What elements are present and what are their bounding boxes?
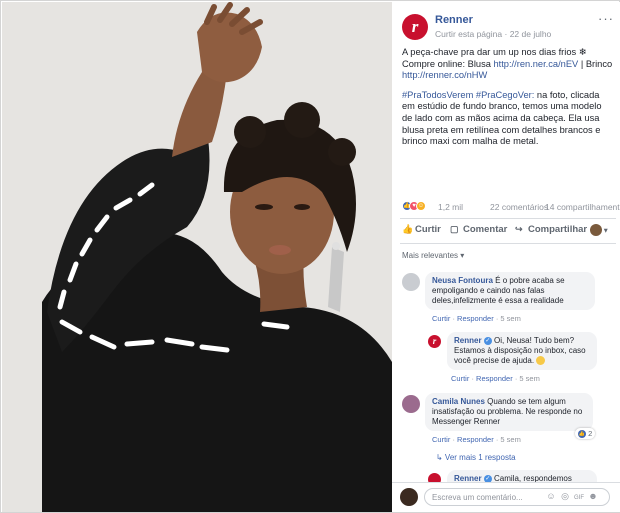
comment-button[interactable]: ▢ Comentar	[450, 224, 507, 235]
composer-tools: ☺ ◎ GIF ☻	[544, 491, 600, 502]
thumbs-up-icon: 👍	[578, 430, 586, 439]
model-illustration	[2, 2, 392, 512]
shares-count[interactable]: 14 compartilhamentos	[545, 202, 620, 212]
reactions-bar: 👍♥ ☺ 1,2 mil 22 comentários 14 compartilh…	[402, 201, 620, 213]
view-more-replies-link[interactable]: ↳ Ver mais 1 resposta	[436, 453, 516, 462]
share-label: Compartilhar	[528, 224, 588, 235]
comment-like-link[interactable]: Curtir	[432, 314, 450, 323]
reply-reply-link[interactable]: Responder	[476, 374, 513, 383]
share-arrow-icon: ↪	[515, 224, 523, 234]
post-photo[interactable]	[2, 2, 392, 512]
verified-badge-icon: ✓	[483, 336, 492, 345]
comment-like-link[interactable]: Curtir	[432, 435, 450, 444]
reply-avatar[interactable]: r	[428, 335, 441, 348]
comment-actions: Curtir · Responder · 5 sem	[432, 314, 521, 323]
comment-bubble: Camila Nunes Quando se tem algum insatis…	[425, 393, 593, 431]
comment-likes-count: 2	[588, 429, 593, 438]
sticker-icon[interactable]: ☻	[586, 491, 600, 501]
post-meta: Curtir esta página · 22 de julho	[435, 29, 551, 39]
comment-author[interactable]: Neusa Fontoura	[432, 276, 493, 285]
blush-emoji-icon	[536, 356, 546, 366]
post-text-b: | Brinco	[578, 58, 613, 69]
comment-actions: Curtir · Responder · 5 sem	[432, 435, 521, 444]
like-page-link[interactable]: Curtir esta página	[435, 29, 502, 39]
post-paragraph-1: A peça-chave pra dar um up nos dias frio…	[402, 47, 614, 82]
post-viewer: r Renner Curtir esta página · 22 de julh…	[0, 0, 620, 513]
reply-author[interactable]: Renner	[454, 336, 482, 345]
page-avatar[interactable]: r	[402, 14, 428, 40]
post-actions: 👍 Curtir ▢ Comentar ↪ Compartilhar ▾	[400, 218, 616, 244]
camera-icon[interactable]: ◎	[558, 491, 572, 502]
comments-count[interactable]: 22 comentários	[490, 202, 548, 212]
current-user-avatar[interactable]	[400, 488, 418, 506]
post-body: A peça-chave pra dar um up nos dias frio…	[402, 47, 614, 156]
reactions-count[interactable]: 1,2 mil	[438, 202, 463, 212]
viewer-avatar	[590, 224, 602, 236]
gif-icon[interactable]: GIF	[572, 495, 586, 501]
reaction-icons[interactable]: 👍♥ ☺	[402, 201, 426, 213]
reply-bubble: Renner ✓ Oi, Neusa! Tudo bem? Estamos à …	[447, 332, 597, 370]
comment-avatar[interactable]	[402, 395, 420, 413]
post-paragraph-2: #PraTodosVerem #PraCegoVer: na foto, cli…	[402, 90, 614, 148]
comment-likes-badge[interactable]: 👍 2	[575, 428, 596, 440]
like-button[interactable]: 👍 Curtir	[402, 224, 441, 235]
post-link-brinco[interactable]: http://renner.co/nHW	[402, 70, 487, 80]
comment-author[interactable]: Camila Nunes	[432, 397, 485, 406]
comment-label: Comentar	[463, 224, 508, 235]
thumbs-up-icon: 👍	[402, 224, 414, 234]
comment-composer: ☺◎GIF☻	[392, 482, 620, 512]
emoji-icon[interactable]: ☺	[544, 491, 558, 501]
comment-time[interactable]: 5 sem	[500, 314, 520, 323]
post-hashtags[interactable]: #PraTodosVerem #PraCegoVer:	[402, 90, 534, 100]
chevron-down-icon: ▾	[602, 227, 608, 235]
post-link-blusa[interactable]: http://ren.ner.ca/nEV	[493, 59, 578, 69]
comment-avatar[interactable]	[402, 273, 420, 291]
post-header: r Renner Curtir esta página · 22 de julh…	[402, 12, 614, 42]
comment-reply-link[interactable]: Responder	[457, 314, 494, 323]
comment-bubble: Neusa Fontoura É o pobre acaba se empoli…	[425, 272, 595, 310]
page-name-link[interactable]: Renner	[435, 14, 473, 26]
reply-actions: Curtir · Responder · 5 sem	[451, 374, 540, 383]
comment-reply-link[interactable]: Responder	[457, 435, 494, 444]
reaction-identity-selector[interactable]: ▾	[590, 224, 607, 236]
post-sidebar: r Renner Curtir esta página · 22 de julh…	[392, 2, 620, 512]
reply-like-link[interactable]: Curtir	[451, 374, 469, 383]
haha-reaction-icon: ☺	[416, 201, 426, 211]
more-options-icon[interactable]: ···	[598, 12, 614, 25]
share-button[interactable]: ↪ Compartilhar	[515, 224, 587, 235]
comment-sort-selector[interactable]: Mais relevantes ▾	[402, 251, 464, 260]
speech-bubble-icon: ▢	[450, 224, 459, 234]
like-label: Curtir	[415, 224, 441, 235]
comment-time[interactable]: 5 sem	[500, 435, 520, 444]
reply-time[interactable]: 5 sem	[519, 374, 539, 383]
post-date[interactable]: 22 de julho	[510, 29, 552, 39]
meta-separator: ·	[504, 29, 508, 39]
